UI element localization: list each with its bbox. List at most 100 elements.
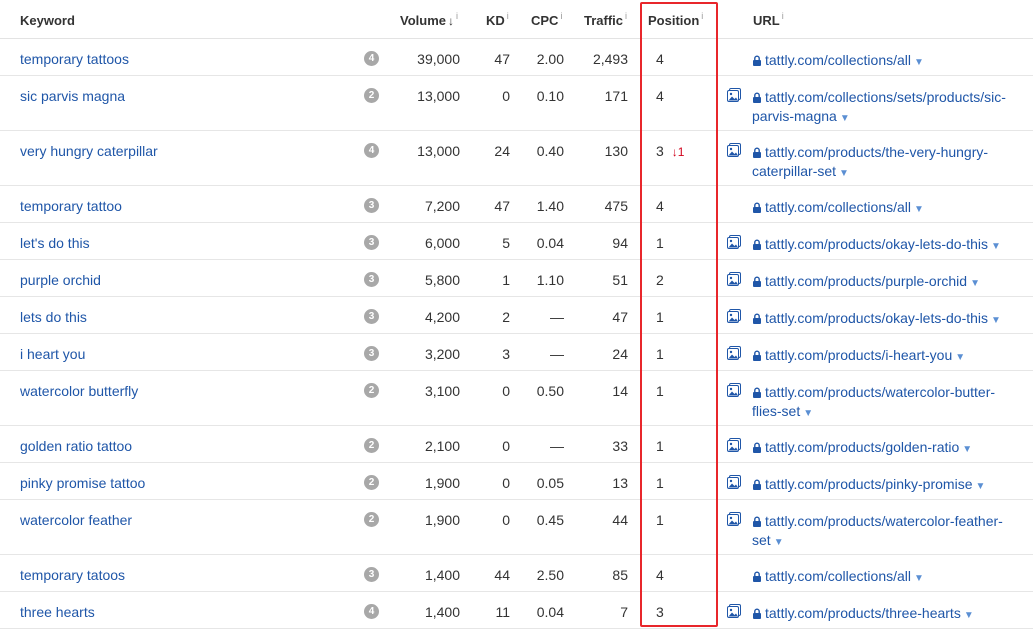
info-icon[interactable]: i bbox=[782, 11, 784, 21]
chevron-down-icon[interactable]: ▼ bbox=[914, 204, 924, 215]
url-link[interactable]: caterpillar-set bbox=[752, 163, 836, 179]
keyword-link[interactable]: temporary tattoo bbox=[20, 198, 122, 214]
lock-icon bbox=[752, 236, 762, 254]
serp-count-badge: 4 bbox=[364, 143, 379, 158]
traffic-value: 475 bbox=[604, 198, 628, 214]
serp-features-icon[interactable] bbox=[727, 143, 741, 160]
position-value: 1 bbox=[656, 383, 664, 399]
info-icon[interactable]: i bbox=[456, 11, 458, 21]
col-volume-header[interactable]: Volume ↓ i bbox=[400, 11, 458, 28]
keyword-link[interactable]: pinky promise tattoo bbox=[20, 475, 145, 491]
serp-features-icon[interactable] bbox=[727, 438, 741, 455]
volume-value: 1,400 bbox=[424, 567, 460, 583]
col-position-header[interactable]: Position i bbox=[648, 11, 703, 28]
chevron-down-icon[interactable]: ▼ bbox=[839, 168, 849, 179]
serp-count-badge: 3 bbox=[364, 309, 379, 324]
chevron-down-icon[interactable]: ▼ bbox=[774, 537, 784, 548]
col-keyword-header[interactable]: Keyword bbox=[20, 13, 75, 28]
keyword-link[interactable]: i heart you bbox=[20, 346, 85, 362]
col-position-label: Position bbox=[648, 13, 700, 28]
url-link[interactable]: set bbox=[752, 532, 771, 548]
url-link[interactable]: parvis-magna bbox=[752, 108, 837, 124]
chevron-down-icon[interactable]: ▼ bbox=[962, 444, 972, 455]
kd-value: 0 bbox=[502, 88, 510, 104]
url-link[interactable]: tattly.com/products/three-hearts bbox=[765, 605, 961, 621]
chevron-down-icon[interactable]: ▼ bbox=[840, 113, 850, 124]
url-link[interactable]: tattly.com/collections/all bbox=[765, 568, 911, 584]
traffic-value: 94 bbox=[612, 235, 628, 251]
url-link[interactable]: flies-set bbox=[752, 403, 800, 419]
chevron-down-icon[interactable]: ▼ bbox=[970, 278, 980, 289]
volume-value: 3,200 bbox=[424, 346, 460, 362]
chevron-down-icon[interactable]: ▼ bbox=[991, 241, 1001, 252]
url-cell: tattly.com/products/the-very-hungry-cate… bbox=[752, 143, 1024, 183]
serp-features-icon[interactable] bbox=[727, 309, 741, 326]
position-change: ↓1 bbox=[671, 145, 685, 159]
serp-features-icon[interactable] bbox=[727, 346, 741, 363]
info-icon[interactable]: i bbox=[507, 11, 509, 21]
keyword-link[interactable]: three hearts bbox=[20, 604, 95, 620]
keyword-link[interactable]: purple orchid bbox=[20, 272, 101, 288]
serp-features-icon[interactable] bbox=[727, 272, 741, 289]
chevron-down-icon[interactable]: ▼ bbox=[964, 610, 974, 621]
url-link[interactable]: tattly.com/products/golden-ratio bbox=[765, 439, 959, 455]
chevron-down-icon[interactable]: ▼ bbox=[955, 352, 965, 363]
position-number: 3 bbox=[656, 604, 664, 620]
keyword-link[interactable]: very hungry caterpillar bbox=[20, 143, 158, 159]
col-traffic-header[interactable]: Traffic i bbox=[584, 11, 627, 28]
cpc-value: 1.40 bbox=[536, 198, 564, 214]
keyword-link[interactable]: temporary tattoos bbox=[20, 51, 129, 67]
serp-features-icon[interactable] bbox=[727, 604, 741, 621]
keyword-link[interactable]: watercolor feather bbox=[20, 512, 132, 528]
position-number: 1 bbox=[656, 235, 664, 251]
traffic-value: 171 bbox=[604, 88, 628, 104]
serp-features-icon[interactable] bbox=[727, 475, 741, 492]
keyword-link[interactable]: golden ratio tattoo bbox=[20, 438, 132, 454]
url-link[interactable]: tattly.com/products/purple-orchid bbox=[765, 273, 967, 289]
serp-features-icon[interactable] bbox=[727, 88, 741, 105]
info-icon[interactable]: i bbox=[560, 11, 562, 21]
url-cell: tattly.com/products/watercolor-butter-fl… bbox=[752, 383, 1024, 423]
serp-features-icon[interactable] bbox=[727, 235, 741, 252]
cpc-value: 0.40 bbox=[536, 143, 564, 159]
keyword-link[interactable]: watercolor butterfly bbox=[20, 383, 138, 399]
info-icon[interactable]: i bbox=[701, 11, 703, 21]
col-cpc-header[interactable]: CPC i bbox=[531, 11, 562, 28]
chevron-down-icon[interactable]: ▼ bbox=[975, 481, 985, 492]
url-link[interactable]: tattly.com/products/watercolor-feather- bbox=[765, 513, 1003, 529]
col-url-header[interactable]: URL i bbox=[753, 11, 784, 28]
keyword-link[interactable]: let's do this bbox=[20, 235, 90, 251]
table-header: Keyword Volume ↓ i KD i CPC i Traffic i Posit… bbox=[0, 0, 1033, 39]
chevron-down-icon[interactable]: ▼ bbox=[803, 408, 813, 419]
url-link[interactable]: tattly.com/collections/sets/products/sic… bbox=[765, 89, 1006, 105]
serp-features-icon[interactable] bbox=[727, 383, 741, 400]
chevron-down-icon[interactable]: ▼ bbox=[914, 57, 924, 68]
kd-value: 1 bbox=[502, 272, 510, 288]
url-link[interactable]: tattly.com/products/the-very-hungry- bbox=[765, 144, 988, 160]
cpc-value: 0.04 bbox=[536, 235, 564, 251]
serp-features-icon[interactable] bbox=[727, 512, 741, 529]
kd-value: 47 bbox=[494, 51, 510, 67]
keyword-link[interactable]: lets do this bbox=[20, 309, 87, 325]
col-kd-header[interactable]: KD i bbox=[486, 11, 509, 28]
serp-count-badge: 2 bbox=[364, 438, 379, 453]
url-link[interactable]: tattly.com/products/pinky-promise bbox=[765, 476, 972, 492]
url-link[interactable]: tattly.com/products/watercolor-butter- bbox=[765, 384, 995, 400]
chevron-down-icon[interactable]: ▼ bbox=[991, 315, 1001, 326]
url-link[interactable]: tattly.com/collections/all bbox=[765, 52, 911, 68]
url-link[interactable]: tattly.com/collections/all bbox=[765, 199, 911, 215]
keyword-link[interactable]: temporary tatoos bbox=[20, 567, 125, 583]
url-link[interactable]: tattly.com/products/okay-lets-do-this bbox=[765, 310, 988, 326]
position-value: 2 bbox=[656, 272, 664, 288]
table-row: purple orchid 3 5,800 1 1.10 51 2 tattly.com/pr… bbox=[0, 260, 1033, 297]
url-link[interactable]: tattly.com/products/okay-lets-do-this bbox=[765, 236, 988, 252]
table-row: three hearts 4 1,400 11 0.04 7 3 tattly.com/pro… bbox=[0, 592, 1033, 629]
keyword-link[interactable]: sic parvis magna bbox=[20, 88, 125, 104]
table-row: lets do this 3 4,200 2 — 47 1 tattly.com/produc… bbox=[0, 297, 1033, 334]
traffic-value: 24 bbox=[612, 346, 628, 362]
url-link[interactable]: tattly.com/products/i-heart-you bbox=[765, 347, 952, 363]
lock-icon bbox=[752, 347, 762, 365]
chevron-down-icon[interactable]: ▼ bbox=[914, 573, 924, 584]
info-icon[interactable]: i bbox=[625, 11, 627, 21]
col-volume-label: Volume bbox=[400, 13, 446, 28]
